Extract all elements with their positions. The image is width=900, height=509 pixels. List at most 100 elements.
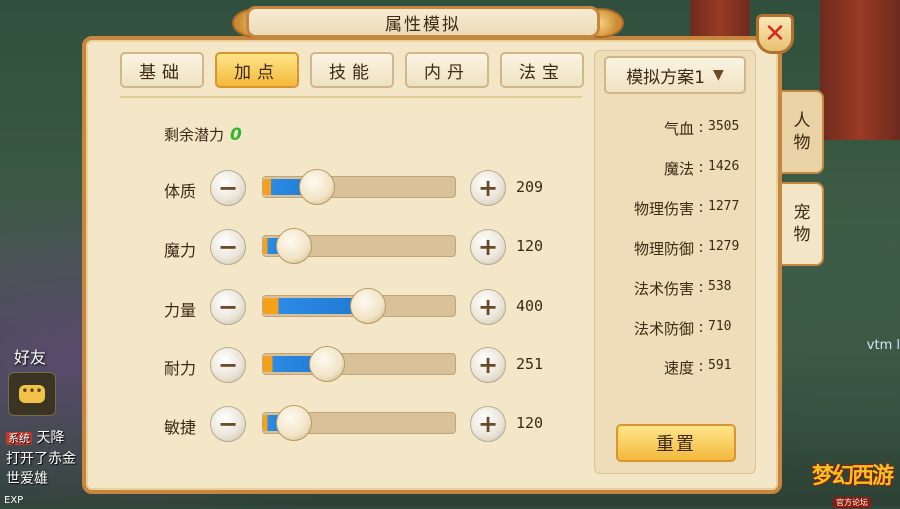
stat-separator: : (698, 318, 704, 336)
stat-row: 速度:591 (604, 357, 750, 378)
plan-dropdown-value: 模拟方案1 (626, 67, 706, 88)
decrease-button[interactable]: − (210, 347, 246, 383)
remaining-points: 剩余潜力 0 (164, 124, 242, 145)
decrease-button[interactable]: − (210, 406, 246, 442)
stat-value: 710 (708, 319, 732, 334)
attribute-slider[interactable] (262, 346, 456, 382)
chevron-down-icon: ▼ (713, 67, 724, 83)
close-icon: ✕ (764, 19, 786, 49)
close-button[interactable]: ✕ (756, 14, 794, 54)
chat-line: 天降 (36, 430, 65, 446)
chat-bubble-icon: ••• (19, 385, 45, 403)
slider-handle[interactable] (276, 228, 312, 264)
attribute-label: 耐力 (164, 359, 197, 378)
attribute-value: 251 (516, 355, 544, 373)
tab-divider (120, 96, 582, 98)
player-name-tag: vtm l (866, 338, 900, 353)
attribute-value: 400 (516, 297, 544, 315)
game-logo: 梦幻西游 官方论坛 (812, 458, 894, 508)
attribute-label: 敏捷 (164, 418, 197, 437)
stat-label: 物理伤害 (633, 200, 694, 218)
plus-icon: + (477, 293, 499, 321)
stat-label: 物理防御 (633, 240, 694, 258)
reset-button[interactable]: 重置 (616, 424, 736, 462)
chat-button[interactable]: ••• (8, 372, 56, 416)
side-tab-character[interactable]: 人物 (782, 90, 824, 174)
attribute-value: 209 (516, 178, 544, 196)
increase-button[interactable]: + (470, 289, 506, 325)
attribute-label: 力量 (164, 301, 197, 320)
remaining-points-label: 剩余潜力 (164, 126, 225, 144)
plus-icon: + (477, 233, 499, 261)
attribute-slider[interactable] (262, 288, 456, 324)
attribute-slider[interactable] (262, 228, 456, 264)
tab-inner-core[interactable]: 内丹 (405, 52, 489, 88)
chat-line: 世爱雄 (6, 471, 48, 487)
scene-pillar (820, 0, 900, 140)
decrease-button[interactable]: − (210, 170, 246, 206)
stat-separator: : (698, 118, 704, 136)
increase-button[interactable]: + (470, 406, 506, 442)
slider-handle[interactable] (309, 346, 345, 382)
tab-skills[interactable]: 技能 (310, 52, 394, 88)
minus-icon: − (217, 410, 239, 438)
stat-separator: : (698, 357, 704, 375)
stat-row: 气血:3505 (604, 118, 750, 139)
stat-value: 1277 (708, 199, 740, 214)
stats-panel (594, 50, 756, 474)
side-tab-label: 宠物 (793, 203, 811, 245)
stat-label: 速度 (663, 359, 694, 377)
side-tab-pet[interactable]: 宠物 (782, 182, 824, 266)
minus-icon: − (217, 351, 239, 379)
side-tab-label: 人物 (793, 111, 811, 153)
attribute-label: 魔力 (164, 241, 197, 260)
decrease-button[interactable]: − (210, 229, 246, 265)
attribute-slider[interactable] (262, 405, 456, 441)
chat-log: 系统 天降 打开了赤金 世爱雄 (6, 428, 91, 489)
increase-button[interactable]: + (470, 170, 506, 206)
stat-label: 法术防御 (633, 320, 694, 338)
slider-handle[interactable] (276, 405, 312, 441)
slider-handle[interactable] (350, 288, 386, 324)
stat-row: 魔法:1426 (604, 158, 750, 179)
stat-row: 物理伤害:1277 (604, 198, 750, 219)
decrease-button[interactable]: − (210, 289, 246, 325)
tab-basic[interactable]: 基础 (120, 52, 204, 88)
exp-label: EXP (4, 495, 24, 506)
stat-separator: : (698, 278, 704, 296)
chat-line: 打开了赤金 (6, 451, 76, 467)
stat-value: 538 (708, 279, 732, 294)
logo-text: 梦幻西游 (812, 464, 894, 489)
stat-row: 法术防御:710 (604, 318, 750, 339)
increase-button[interactable]: + (470, 229, 506, 265)
friend-label[interactable]: 好友 (14, 344, 46, 368)
attribute-value: 120 (516, 414, 544, 432)
logo-subtext: 官方论坛 (833, 497, 871, 508)
dialog-title: 属性模拟 (385, 14, 461, 35)
plan-dropdown[interactable]: 模拟方案1 ▼ (604, 56, 746, 94)
tab-add-points[interactable]: 加点 (215, 52, 299, 88)
attribute-slider[interactable] (262, 169, 456, 205)
stat-value: 1426 (708, 159, 740, 174)
plus-icon: + (477, 410, 499, 438)
slider-handle[interactable] (299, 169, 335, 205)
plus-icon: + (477, 174, 499, 202)
stat-value: 591 (708, 358, 732, 373)
stat-label: 魔法 (663, 160, 694, 178)
minus-icon: − (217, 293, 239, 321)
tab-bar: 基础 加点 技能 内丹 法宝 (120, 52, 584, 88)
stat-label: 法术伤害 (633, 280, 694, 298)
dialog-title-bar: 属性模拟 (246, 6, 600, 38)
stat-separator: : (698, 238, 704, 256)
stat-row: 法术伤害:538 (604, 278, 750, 299)
stat-separator: : (698, 158, 704, 176)
increase-button[interactable]: + (470, 347, 506, 383)
remaining-points-value: 0 (230, 125, 242, 145)
stat-label: 气血 (663, 120, 694, 138)
attribute-value: 120 (516, 237, 544, 255)
tab-treasure[interactable]: 法宝 (500, 52, 584, 88)
stat-row: 物理防御:1279 (604, 238, 750, 259)
stat-value: 3505 (708, 119, 740, 134)
plus-icon: + (477, 351, 499, 379)
stat-value: 1279 (708, 239, 740, 254)
